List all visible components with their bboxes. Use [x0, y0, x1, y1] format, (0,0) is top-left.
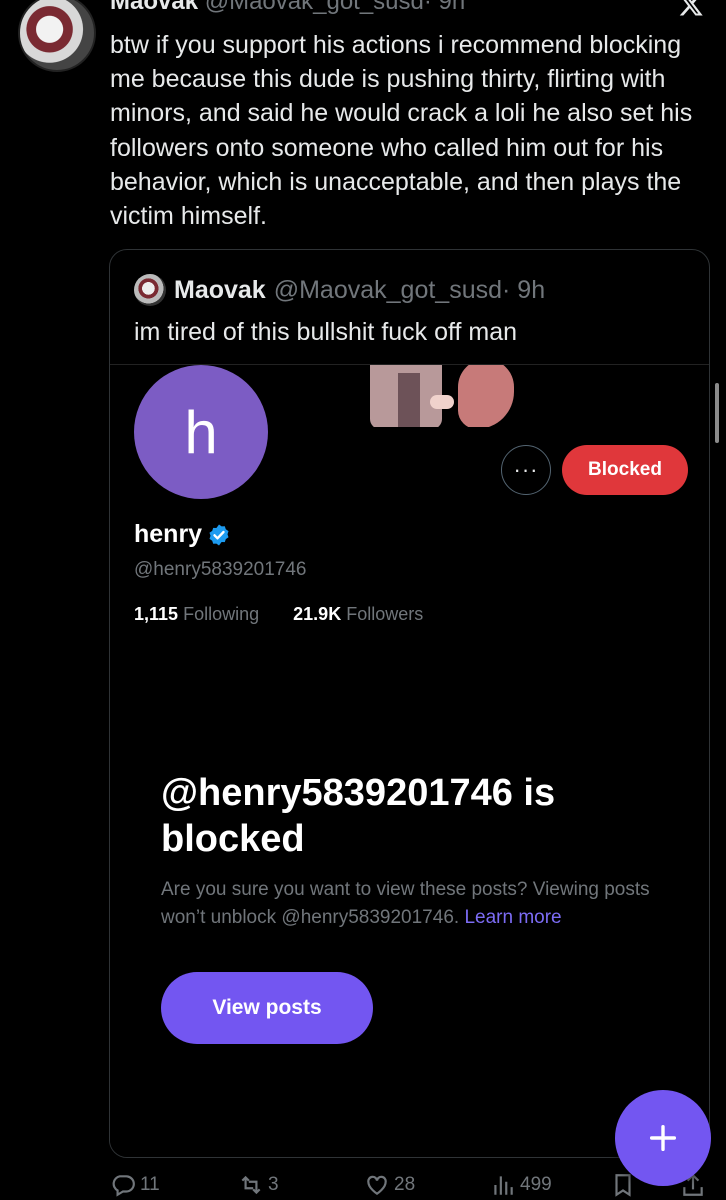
quote-header: Maovak @Maovak_got_susd · 9h	[134, 274, 545, 306]
repost-icon	[241, 1175, 261, 1195]
profile-stats: 1,115 Following 21.9K Followers	[134, 604, 423, 625]
followers-label: Followers	[346, 604, 424, 624]
profile-banner-image	[350, 365, 515, 427]
scrollbar[interactable]	[715, 383, 719, 443]
tweet-time: · 9h	[423, 0, 466, 15]
view-posts-button: View posts	[161, 972, 373, 1044]
profile-name: henry	[134, 520, 203, 548]
blocked-button: Blocked	[562, 445, 688, 495]
profile-handle: @henry5839201746	[134, 559, 307, 580]
learn-more-link: Learn more	[464, 907, 562, 928]
tweet-action-bar: 11 3 28 499	[110, 1172, 710, 1200]
quote-author-name: Maovak	[174, 275, 266, 304]
like-count: 28	[394, 1174, 416, 1195]
views-icon	[494, 1176, 513, 1195]
bookmark-icon	[615, 1174, 631, 1197]
quote-text: im tired of this bullshit fuck off man	[134, 318, 518, 346]
author-name[interactable]: Maovak	[110, 0, 198, 15]
blocked-description: Are you sure you want to view these post…	[161, 876, 681, 932]
reply-icon	[112, 1175, 135, 1197]
author-avatar[interactable]	[18, 0, 96, 72]
like-button[interactable]: 28	[364, 1172, 415, 1198]
following-count: 1,115	[134, 604, 179, 624]
reply-count: 11	[140, 1174, 160, 1195]
following-label: Following	[183, 604, 260, 624]
verified-badge-icon	[209, 524, 229, 545]
embedded-profile-screenshot: h ··· Blocked henry @henry5839201746 1,1…	[110, 364, 709, 1157]
reply-button[interactable]: 11	[110, 1172, 160, 1198]
repost-button[interactable]: 3	[238, 1172, 279, 1198]
quote-time: · 9h	[502, 275, 546, 304]
blocked-title: @henry5839201746 is blocked	[161, 772, 556, 860]
quoted-tweet-card[interactable]: Maovak @Maovak_got_susd · 9h im tired of …	[109, 249, 710, 1158]
tweet-text: btw if you support his actions i recomme…	[110, 31, 693, 231]
x-logo-icon[interactable]	[676, 0, 706, 18]
more-options-button: ···	[501, 445, 551, 495]
plus-icon	[649, 1124, 677, 1152]
compose-button[interactable]	[615, 1090, 711, 1186]
profile-avatar: h	[134, 365, 268, 499]
tweet-header: Maovak @Maovak_got_susd· 9h	[110, 0, 465, 16]
profile-name-row: henry	[134, 520, 231, 549]
blocked-description-text: Are you sure you want to view these post…	[161, 879, 650, 928]
quote-author-handle: @Maovak_got_susd	[273, 275, 503, 304]
followers-count: 21.9K	[293, 604, 342, 624]
repost-count: 3	[268, 1174, 279, 1195]
quote-author-avatar	[134, 274, 166, 306]
views-count: 499	[520, 1174, 552, 1195]
views-button[interactable]: 499	[490, 1172, 552, 1198]
author-handle[interactable]: @Maovak_got_susd	[205, 0, 424, 15]
heart-icon	[367, 1175, 387, 1195]
